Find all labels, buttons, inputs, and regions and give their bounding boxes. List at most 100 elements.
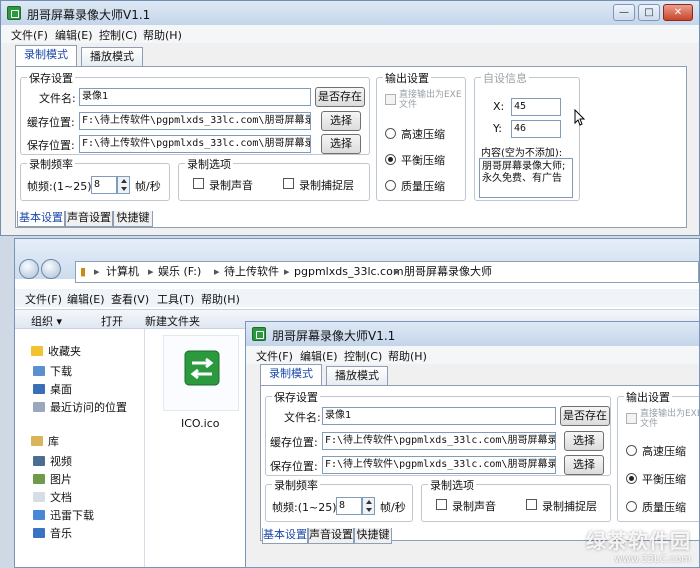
y-label: Y: (493, 122, 502, 135)
nested-filename-label: 文件名: (284, 411, 321, 424)
nested-record-cursor-checkbox[interactable] (526, 499, 537, 510)
nested-record-sound-checkbox[interactable] (436, 499, 447, 510)
custom-info-legend: 自设信息 (481, 70, 529, 86)
cache-location-input[interactable]: F:\待上传软件\pgpmlxds_33lc.com\朋哥屏幕录像大师 (79, 112, 311, 130)
nav-pictures[interactable]: 图片 (33, 471, 72, 487)
tab-basic-settings[interactable]: 基本设置 (17, 211, 65, 227)
nested-frame-rate-spinner[interactable] (362, 497, 375, 515)
nested-app-icon (252, 327, 266, 341)
direct-exe-checkbox[interactable] (385, 94, 396, 105)
document-icon (33, 492, 45, 502)
nested-record-cursor-label: 录制捕捉层 (542, 500, 597, 513)
check-exists-button[interactable]: 是否存在 (315, 87, 365, 107)
breadcrumb-computer[interactable]: 计算机 (106, 262, 139, 282)
record-cursor-checkbox[interactable] (283, 178, 294, 189)
select-save-button[interactable]: 选择 (321, 134, 361, 154)
tab-record-mode[interactable]: 录制模式 (15, 45, 77, 67)
nav-videos[interactable]: 视频 (33, 453, 72, 469)
select-cache-button[interactable]: 选择 (321, 111, 361, 131)
tab-playback-mode[interactable]: 播放模式 (81, 47, 143, 67)
quality-compress-radio[interactable] (385, 180, 396, 191)
save-location-input[interactable]: F:\待上传软件\pgpmlxds_33lc.com\朋哥屏幕录像大师 (79, 135, 311, 153)
nested-save-location-input[interactable]: F:\待上传软件\pgpmlxds_33lc.com\朋哥屏幕录像大师 (322, 456, 556, 474)
title-bar[interactable]: 朋哥屏幕录像大师V1.1 — □ ✕ (1, 1, 699, 25)
explorer-menu-view[interactable]: 查看(V) (111, 291, 149, 307)
nav-documents[interactable]: 文档 (33, 489, 72, 505)
nested-tab-playback-mode[interactable]: 播放模式 (326, 366, 388, 386)
watermark-url: www.33LC.com (614, 554, 691, 565)
nested-direct-exe-checkbox[interactable] (626, 413, 637, 424)
nested-frame-rate-legend: 录制频率 (272, 477, 320, 493)
nested-menu-control[interactable]: 控制(C) (344, 348, 382, 364)
frame-rate-input[interactable]: 8 (91, 176, 117, 194)
nested-balanced-compress-radio[interactable] (626, 473, 637, 484)
video-icon (33, 456, 45, 466)
record-sound-checkbox[interactable] (193, 178, 204, 189)
x-input[interactable]: 45 (511, 98, 561, 116)
nested-save-settings-legend: 保存设置 (272, 389, 320, 405)
nested-menu-help[interactable]: 帮助(H) (388, 348, 427, 364)
explorer-menu-edit[interactable]: 编辑(E) (67, 291, 105, 307)
filename-input[interactable]: 录像1 (79, 88, 311, 106)
frame-rate-unit: 帧/秒 (135, 180, 161, 193)
fast-compress-radio[interactable] (385, 128, 396, 139)
nested-record-options-group: 录制选项 录制声音 录制捕捉层 (421, 477, 611, 522)
explorer-nav-bar: ▮ ▸ 计算机 ▸ 娱乐 (F:) ▸ 待上传软件 ▸ pgpmlxds_33l… (15, 239, 699, 283)
breadcrumb-drive[interactable]: 娱乐 (F:) (158, 262, 201, 282)
menu-edit[interactable]: 编辑(E) (55, 27, 93, 43)
nested-quality-compress-radio[interactable] (626, 501, 637, 512)
file-ico[interactable] (163, 335, 239, 411)
nested-menu-edit[interactable]: 编辑(E) (300, 348, 338, 364)
organize-button[interactable]: 组织 ▾ (31, 313, 62, 329)
minimize-button[interactable]: — (613, 4, 635, 21)
tab-sound-settings[interactable]: 声音设置 (65, 211, 113, 227)
desktop-icon (33, 384, 45, 394)
breadcrumb-pgpmlxds[interactable]: pgpmlxds_33lc.com (294, 262, 404, 282)
nested-select-save-button[interactable]: 选择 (564, 455, 604, 475)
explorer-menu-file[interactable]: 文件(F) (25, 291, 62, 307)
nested-title-bar[interactable]: 朋哥屏幕录像大师V1.1 (246, 322, 699, 346)
explorer-menu-help[interactable]: 帮助(H) (201, 291, 240, 307)
nested-tab-record-mode[interactable]: 录制模式 (260, 364, 322, 386)
nested-filename-input[interactable]: 录像1 (322, 407, 556, 425)
address-bar[interactable]: ▮ ▸ 计算机 ▸ 娱乐 (F:) ▸ 待上传软件 ▸ pgpmlxds_33l… (75, 261, 699, 283)
nested-tab-basic-settings[interactable]: 基本设置 (262, 528, 308, 544)
breadcrumb-upload[interactable]: 待上传软件 (224, 262, 279, 282)
menu-file[interactable]: 文件(F) (11, 27, 48, 43)
explorer-menu-tools[interactable]: 工具(T) (157, 291, 194, 307)
library-icon (31, 436, 43, 446)
nested-fast-compress-radio[interactable] (626, 445, 637, 456)
nav-thunder-downloads[interactable]: 迅雷下载 (33, 507, 94, 523)
nested-check-exists-button[interactable]: 是否存在 (560, 406, 610, 426)
menu-help[interactable]: 帮助(H) (143, 27, 182, 43)
library-header[interactable]: 库 (31, 433, 59, 449)
balanced-compress-radio[interactable] (385, 154, 396, 165)
navigation-pane: 收藏夹 下载 桌面 最近访问的位置 库 视频 图片 文档 迅雷下载 音乐 (15, 329, 145, 567)
back-button[interactable] (19, 259, 39, 279)
content-textarea[interactable]: 朋哥屏幕录像大师;永久免费、有广告 (479, 158, 573, 198)
favorites-header[interactable]: 收藏夹 (31, 343, 81, 359)
nav-downloads[interactable]: 下载 (33, 363, 72, 379)
nested-frame-rate-input[interactable]: 8 (336, 497, 362, 515)
breadcrumb-app-folder[interactable]: 朋哥屏幕录像大师 (404, 262, 492, 282)
tab-hotkeys[interactable]: 快捷键 (113, 211, 153, 227)
nested-menu-file[interactable]: 文件(F) (256, 348, 293, 364)
nested-tab-hotkeys[interactable]: 快捷键 (354, 528, 392, 544)
open-button[interactable]: 打开 (101, 313, 123, 329)
nested-cache-location-input[interactable]: F:\待上传软件\pgpmlxds_33lc.com\朋哥屏幕录像大师 (322, 432, 556, 450)
explorer-menu-bar: 文件(F) 编辑(E) 查看(V) 工具(T) 帮助(H) (15, 289, 699, 307)
nav-desktop[interactable]: 桌面 (33, 381, 72, 397)
forward-button[interactable] (41, 259, 61, 279)
y-input[interactable]: 46 (511, 120, 561, 138)
menu-bar: 文件(F) 编辑(E) 控制(C) 帮助(H) (1, 25, 699, 43)
close-button[interactable]: ✕ (663, 4, 693, 21)
frame-rate-spinner[interactable] (117, 176, 130, 194)
nested-select-cache-button[interactable]: 选择 (564, 431, 604, 451)
nav-music[interactable]: 音乐 (33, 525, 72, 541)
menu-control[interactable]: 控制(C) (99, 27, 137, 43)
new-folder-button[interactable]: 新建文件夹 (145, 313, 200, 329)
nav-recent-places[interactable]: 最近访问的位置 (33, 399, 127, 415)
maximize-button[interactable]: □ (638, 4, 660, 21)
record-options-legend: 录制选项 (185, 156, 233, 172)
nested-tab-sound-settings[interactable]: 声音设置 (308, 528, 354, 544)
